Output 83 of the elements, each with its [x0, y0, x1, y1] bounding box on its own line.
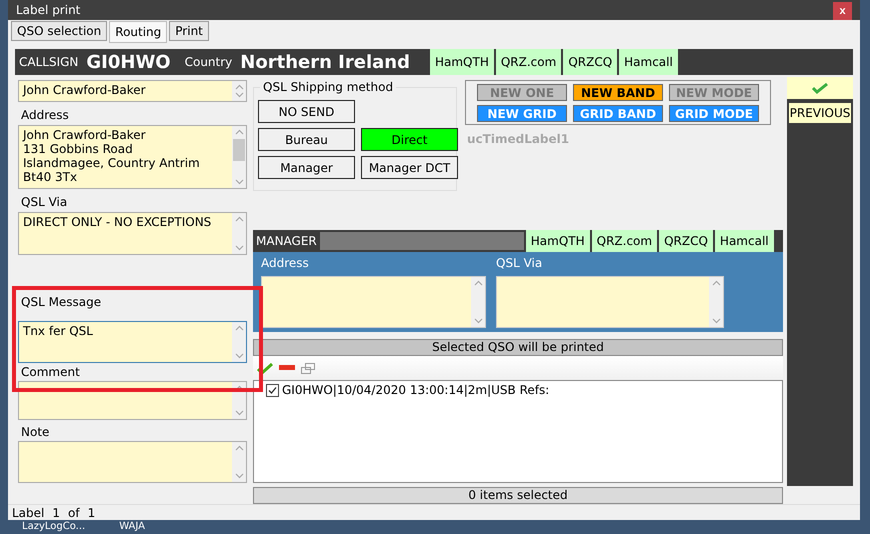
qsl-via-field[interactable]: DIRECT ONLY - NO EXCEPTIONS	[18, 212, 247, 255]
scroll-up-icon[interactable]	[234, 129, 244, 135]
check-all-icon[interactable]	[257, 362, 273, 374]
scroll-down-icon[interactable]	[234, 245, 244, 251]
manager-qsl-via-label: QSL Via	[496, 256, 544, 272]
status-flag[interactable]: NEW BAND	[573, 84, 663, 101]
qso-checkbox[interactable]	[266, 384, 279, 396]
scrollbar[interactable]	[232, 126, 246, 188]
lookup-link[interactable]: HamQTH	[430, 49, 494, 75]
scroll-up-icon[interactable]	[712, 280, 720, 286]
window-title: Label print	[16, 3, 80, 17]
manager-field[interactable]	[320, 232, 524, 250]
scroll-down-icon[interactable]	[234, 473, 244, 479]
scroll-up-icon[interactable]	[234, 325, 244, 331]
windows-icon[interactable]	[301, 362, 315, 374]
shipping-option[interactable]: Manager	[258, 156, 355, 179]
scroll-down-icon[interactable]	[234, 410, 244, 416]
scrollbar[interactable]	[232, 213, 246, 254]
scroll-up-icon[interactable]	[234, 216, 244, 222]
scrollbar[interactable]	[232, 81, 246, 101]
lookup-link[interactable]: QRZ.com	[592, 230, 658, 252]
scroll-down-icon[interactable]	[474, 318, 482, 324]
scroll-up-icon[interactable]	[474, 280, 482, 286]
lookup-link[interactable]: Hamcall	[714, 230, 774, 252]
lookup-link[interactable]: HamQTH	[526, 230, 590, 252]
shipping-option[interactable]: Manager DCT	[361, 156, 458, 179]
scroll-up-icon[interactable]	[234, 84, 244, 90]
close-button[interactable]: x	[833, 2, 852, 20]
shipping-option[interactable]: Bureau	[258, 128, 355, 151]
check-icon	[812, 82, 828, 94]
shipping-title: QSL Shipping method	[260, 80, 396, 94]
desktop-icon-label[interactable]: LazyLogCo...	[22, 521, 86, 533]
confirm-button[interactable]	[787, 77, 853, 99]
scroll-up-icon[interactable]	[234, 445, 244, 451]
note-field[interactable]	[18, 441, 247, 483]
manager-label: MANAGER	[256, 234, 317, 248]
callsign-value: GI0HWO	[86, 52, 171, 72]
scroll-up-icon[interactable]	[234, 385, 244, 391]
country-value: Northern Ireland	[240, 52, 410, 72]
selection-count: 0 items selected	[253, 487, 783, 504]
tab[interactable]: Print	[169, 21, 209, 41]
label-total: 1	[88, 506, 96, 520]
lookup-link[interactable]: QRZCQ	[563, 49, 618, 75]
note-label: Note	[20, 424, 50, 441]
scroll-down-icon[interactable]	[234, 92, 244, 98]
address-field[interactable]: John Crawford-Baker 131 Gobbins Road Islandmagee, Country Antrim Bt40 3Tx	[18, 125, 247, 189]
tab[interactable]: Routing	[109, 21, 168, 43]
lookup-link[interactable]: QRZCQ	[659, 230, 713, 252]
name-field[interactable]: John Crawford-Baker	[18, 80, 247, 102]
manager-address-label: Address	[261, 256, 310, 272]
qsl-message-label: QSL Message	[20, 294, 102, 311]
shipping-option[interactable]: Direct	[361, 128, 458, 151]
shipping-option[interactable]: NO SEND	[258, 100, 355, 123]
scrollbar[interactable]	[232, 322, 246, 362]
scrollbar[interactable]	[471, 277, 485, 327]
minus-icon[interactable]	[279, 365, 295, 371]
desktop-icon-label[interactable]: WAJA	[119, 521, 145, 533]
qsl-via-label: QSL Via	[20, 194, 68, 211]
scrollbar[interactable]	[232, 442, 246, 482]
label-index: 1	[52, 506, 60, 520]
scrollbar-thumb[interactable]	[233, 139, 245, 161]
address-label: Address	[20, 107, 70, 124]
scroll-down-icon[interactable]	[712, 318, 720, 324]
scrollbar[interactable]	[709, 277, 723, 327]
tab[interactable]: QSO selection	[11, 21, 108, 41]
timed-label: ucTimedLabel1	[466, 132, 570, 146]
comment-label: Comment	[20, 364, 81, 381]
manager-address-field[interactable]	[261, 276, 486, 328]
callsign-label: CALLSIGN	[19, 55, 78, 69]
qsl-message-field[interactable]: Tnx fer QSL	[18, 321, 247, 363]
previous-button[interactable]: PREVIOUS	[789, 103, 851, 123]
comment-field[interactable]	[18, 381, 247, 420]
lookup-link[interactable]: QRZ.com	[496, 49, 562, 75]
status-label: Label	[12, 506, 44, 520]
status-of: of	[68, 506, 80, 520]
scroll-down-icon[interactable]	[234, 179, 244, 185]
manager-qsl-via-field[interactable]	[496, 276, 724, 328]
qso-item[interactable]: GI0HWO|10/04/2020 13:00:14|2m|USB Refs:	[282, 383, 550, 397]
list-header: Selected QSO will be printed	[253, 339, 783, 356]
lookup-link[interactable]: Hamcall	[619, 49, 678, 75]
country-label: Country	[184, 55, 232, 69]
check-icon	[268, 386, 277, 394]
scroll-down-icon[interactable]	[234, 353, 244, 359]
